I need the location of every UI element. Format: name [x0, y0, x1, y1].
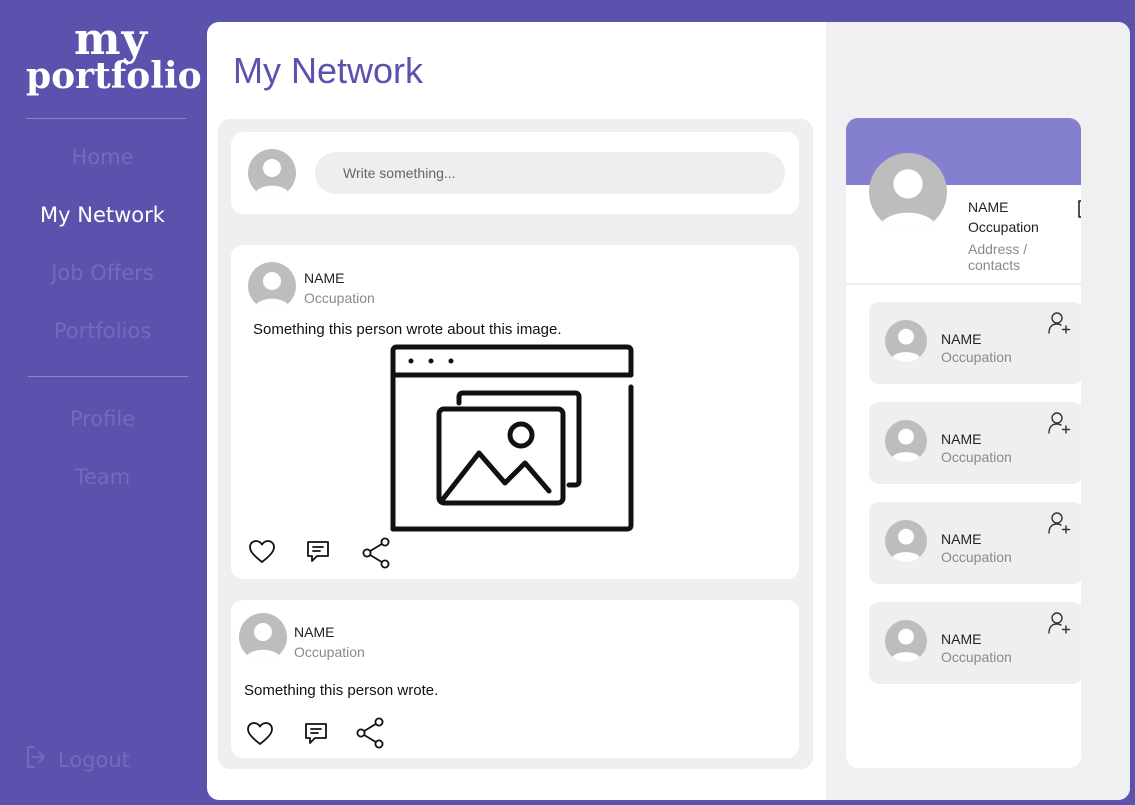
suggestion-card: NAME Occupation	[869, 302, 1081, 384]
comment-icon[interactable]	[305, 539, 331, 565]
edit-icon[interactable]	[1075, 197, 1081, 221]
nav-item-home[interactable]: Home	[0, 145, 205, 169]
sidebar-divider	[28, 376, 188, 377]
nav-item-my-network[interactable]: My Network	[0, 203, 205, 227]
avatar[interactable]	[885, 620, 927, 662]
post-card: NAME Occupation Something this person wr…	[231, 245, 799, 579]
heart-icon[interactable]	[249, 539, 275, 565]
suggestion-card: NAME Occupation	[869, 502, 1081, 584]
suggestion-occupation: Occupation	[941, 349, 1012, 365]
comment-icon[interactable]	[303, 721, 329, 747]
user-avatar-icon	[890, 528, 922, 562]
avatar[interactable]	[248, 149, 296, 197]
user-avatar-icon	[245, 623, 281, 661]
avatar[interactable]	[885, 320, 927, 362]
suggestion-card: NAME Occupation	[869, 402, 1081, 484]
logo-line-1: my	[73, 14, 149, 65]
profile-avatar[interactable]	[869, 153, 947, 231]
suggestion-occupation: Occupation	[941, 549, 1012, 565]
logout-icon	[26, 745, 46, 774]
user-avatar-icon	[890, 628, 922, 662]
suggestion-card: NAME Occupation	[869, 602, 1081, 684]
heart-icon[interactable]	[247, 721, 273, 747]
suggestion-name[interactable]: NAME	[941, 331, 981, 347]
suggestion-name[interactable]: NAME	[941, 531, 981, 547]
profile-address: Address / contacts	[968, 241, 1028, 273]
avatar[interactable]	[885, 520, 927, 562]
share-icon[interactable]	[361, 537, 393, 569]
suggestion-occupation: Occupation	[941, 649, 1012, 665]
add-user-icon[interactable]	[1047, 311, 1071, 335]
post-author-name[interactable]: NAME	[294, 624, 334, 640]
post-text: Something this person wrote about this i…	[253, 321, 562, 338]
avatar[interactable]	[248, 262, 296, 310]
profile-divider	[846, 283, 1081, 285]
profile-occupation: Occupation	[968, 219, 1039, 235]
profile-name: NAME	[968, 199, 1009, 215]
share-icon[interactable]	[355, 717, 387, 749]
compose-card	[231, 132, 799, 214]
post-text: Something this person wrote.	[244, 682, 439, 699]
user-avatar-icon	[254, 159, 290, 197]
user-avatar-icon	[878, 169, 938, 231]
suggestion-name[interactable]: NAME	[941, 631, 981, 647]
avatar[interactable]	[239, 613, 287, 661]
main-panel: My Network NAME Occupation Something	[207, 22, 1130, 800]
nav-item-job-offers[interactable]: Job Offers	[0, 261, 205, 285]
user-avatar-icon	[254, 272, 290, 310]
profile-card: NAME Occupation Address / contacts NAME …	[846, 118, 1081, 768]
user-avatar-icon	[890, 328, 922, 362]
post-card: NAME Occupation Something this person wr…	[231, 600, 799, 758]
feed: NAME Occupation Something this person wr…	[218, 119, 813, 769]
add-user-icon[interactable]	[1047, 611, 1071, 635]
avatar[interactable]	[885, 420, 927, 462]
add-user-icon[interactable]	[1047, 411, 1071, 435]
suggestion-occupation: Occupation	[941, 449, 1012, 465]
logout-label: Logout	[58, 747, 130, 772]
nav-item-team[interactable]: Team	[0, 465, 205, 489]
sidebar: my portfolio Home My Network Job Offers …	[0, 0, 205, 805]
post-author-name[interactable]: NAME	[304, 270, 344, 286]
logo-line-2: portfolio	[26, 55, 202, 97]
image-placeholder-icon[interactable]	[389, 343, 637, 533]
user-avatar-icon	[890, 428, 922, 462]
add-user-icon[interactable]	[1047, 511, 1071, 535]
logout-button[interactable]: Logout	[26, 745, 130, 774]
post-author-occupation: Occupation	[304, 290, 375, 306]
nav-item-portfolios[interactable]: Portfolios	[0, 319, 205, 343]
sidebar-divider	[26, 118, 186, 119]
logo[interactable]: my portfolio	[26, 14, 202, 97]
page-title: My Network	[233, 50, 424, 91]
compose-input[interactable]	[315, 152, 785, 194]
post-author-occupation: Occupation	[294, 644, 365, 660]
nav-item-profile[interactable]: Profile	[0, 407, 205, 431]
suggestion-name[interactable]: NAME	[941, 431, 981, 447]
